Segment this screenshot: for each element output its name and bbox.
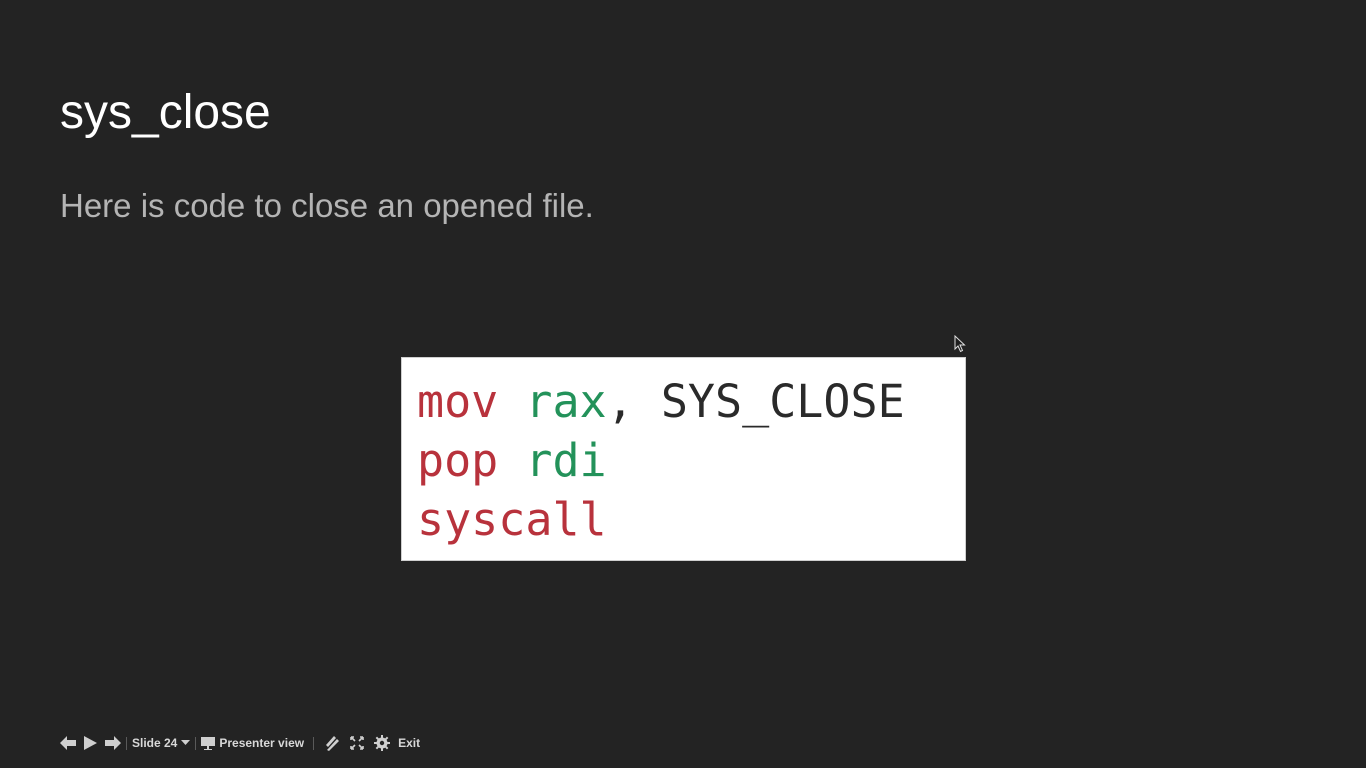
arrow-right-icon bbox=[105, 736, 121, 750]
arrow-left-icon bbox=[60, 736, 76, 750]
chevron-down-icon bbox=[181, 740, 191, 745]
next-slide-button[interactable] bbox=[105, 736, 121, 750]
previous-slide-button[interactable] bbox=[60, 736, 76, 750]
code-register: rdi bbox=[525, 434, 607, 487]
presenter-screen-icon bbox=[201, 736, 216, 750]
separator bbox=[313, 736, 315, 750]
presenter-view-label: Presenter view bbox=[219, 736, 305, 750]
code-snippet-image: mov rax, SYS_CLOSE pop rdi syscall bbox=[401, 357, 966, 561]
play-icon bbox=[84, 736, 97, 750]
code-keyword: syscall bbox=[417, 493, 607, 546]
code-keyword: pop bbox=[417, 434, 499, 487]
play-button[interactable] bbox=[84, 736, 97, 750]
code-line: syscall bbox=[417, 490, 965, 549]
gear-icon bbox=[374, 735, 391, 751]
code-line: pop rdi bbox=[417, 431, 965, 490]
code-register: rax bbox=[525, 375, 607, 428]
slide-number-label: Slide 24 bbox=[132, 736, 178, 750]
separator bbox=[126, 736, 127, 750]
code-line: mov rax, SYS_CLOSE bbox=[417, 372, 965, 431]
exit-button[interactable]: Exit bbox=[398, 736, 420, 750]
separator bbox=[195, 736, 197, 750]
slide-selector-dropdown[interactable]: Slide 24 bbox=[132, 736, 191, 750]
laser-pointer-button[interactable] bbox=[324, 735, 340, 751]
laser-pointer-icon bbox=[326, 736, 340, 751]
fullscreen-button[interactable] bbox=[350, 736, 364, 750]
code-keyword: mov bbox=[417, 375, 499, 428]
slide-body-text: Here is code to close an opened file. bbox=[60, 187, 594, 224]
code-operand: , SYS_CLOSE bbox=[606, 375, 905, 428]
mouse-cursor-icon bbox=[954, 335, 966, 353]
settings-button[interactable] bbox=[374, 735, 391, 751]
presenter-view-button[interactable]: Presenter view bbox=[201, 736, 304, 750]
fullscreen-icon bbox=[350, 736, 364, 750]
slide-title: sys_close bbox=[60, 86, 271, 139]
presentation-controls-bar: Slide 24 Presenter view Exit bbox=[60, 733, 420, 753]
